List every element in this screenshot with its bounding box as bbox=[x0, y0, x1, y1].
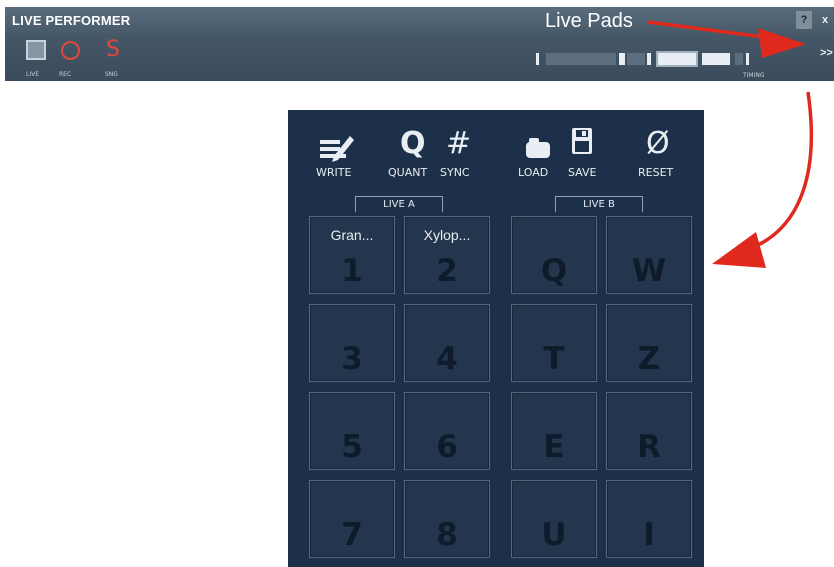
arrow-to-panel bbox=[739, 91, 814, 254]
arrow-head bbox=[758, 28, 806, 58]
annotation-arrows bbox=[647, 20, 814, 268]
arrow-head bbox=[712, 232, 766, 268]
arrow-to-expand bbox=[647, 20, 773, 40]
